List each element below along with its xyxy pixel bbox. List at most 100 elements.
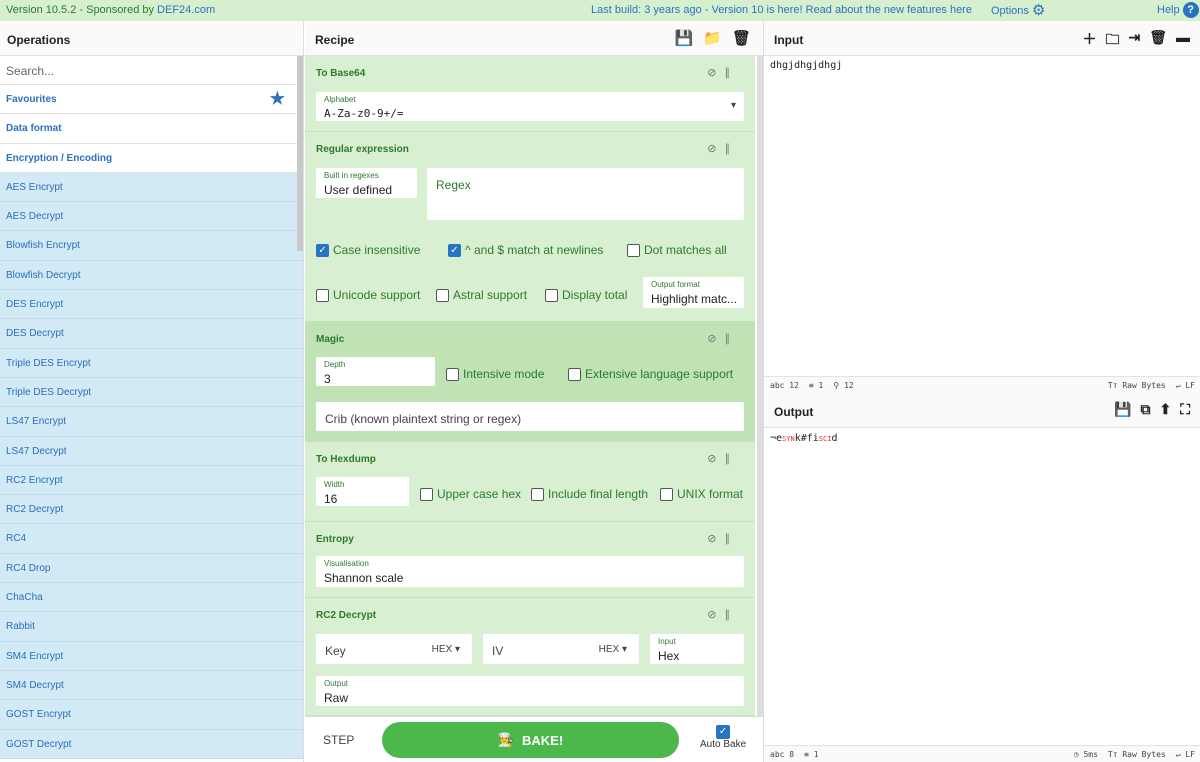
- operation-item[interactable]: Triple DES Decrypt: [0, 377, 303, 408]
- unicode-checkbox[interactable]: Unicode support: [316, 288, 420, 302]
- output-format-select[interactable]: Output Raw: [316, 676, 744, 706]
- operation-item[interactable]: Blowfish Encrypt: [0, 231, 303, 261]
- open-file-icon[interactable]: ⇥: [1128, 29, 1140, 53]
- raw-bytes-toggle[interactable]: Tт Raw Bytes: [1108, 750, 1166, 759]
- width-input[interactable]: Width 16: [316, 477, 409, 506]
- output-text: ¬eSYNk#fiSCId: [770, 433, 838, 444]
- regex-input[interactable]: Regex: [427, 168, 744, 220]
- copy-icon[interactable]: ⧉: [1140, 401, 1150, 418]
- input-textarea[interactable]: dhgjdhgjdhgj: [770, 60, 842, 71]
- operation-item[interactable]: Rabbit: [0, 612, 303, 642]
- save-icon[interactable]: 💾: [675, 29, 694, 47]
- recipe-panel: Recipe 💾 📁 🗑 To Base64 ⊘∥ Alphabet A-Za-z0…: [305, 21, 763, 762]
- operation-item[interactable]: AES Encrypt: [0, 172, 303, 203]
- field-label: Depth: [324, 360, 346, 369]
- bake-time: ◷ 5ms: [1073, 750, 1098, 759]
- disable-pause-controls[interactable]: ⊘∥: [707, 452, 738, 465]
- operation-item[interactable]: RC2 Decrypt: [0, 495, 303, 525]
- folder-icon[interactable]: 📁: [703, 29, 722, 47]
- operation-item[interactable]: RC4: [0, 524, 303, 554]
- replace-input-icon[interactable]: ⬆: [1159, 401, 1171, 418]
- star-icon[interactable]: ★: [270, 89, 285, 109]
- char-count: abc 8: [770, 750, 795, 759]
- operations-scrollbar[interactable]: [297, 56, 303, 251]
- operation-item[interactable]: GOST Encrypt: [0, 700, 303, 730]
- category-favourites[interactable]: Favourites ★: [0, 85, 303, 115]
- trash-icon[interactable]: 🗑: [732, 29, 751, 47]
- operation-item[interactable]: RC2 Encrypt: [0, 465, 303, 496]
- input-format-select[interactable]: Input Hex: [650, 634, 744, 664]
- operation-item[interactable]: DES Decrypt: [0, 319, 303, 349]
- alphabet-select[interactable]: Alphabet A-Za-z0-9+/= ▾: [316, 92, 744, 121]
- iv-input[interactable]: IV HEX ▾: [483, 634, 639, 664]
- operation-item[interactable]: SM4 Encrypt: [0, 641, 303, 671]
- search-input[interactable]: Search...: [0, 56, 303, 85]
- input-title: Input: [774, 33, 804, 47]
- op-to-base64: To Base64 ⊘∥ Alphabet A-Za-z0-9+/= ▾: [305, 56, 755, 132]
- save-icon[interactable]: 💾: [1114, 401, 1131, 418]
- multiline-checkbox[interactable]: ✓ ^ and $ match at newlines: [448, 243, 603, 257]
- operation-item[interactable]: RC4 Drop: [0, 553, 303, 584]
- operation-item[interactable]: ChaCha: [0, 583, 303, 613]
- depth-input[interactable]: Depth 3: [316, 357, 435, 386]
- field-value: 3: [324, 372, 331, 386]
- dot-all-checkbox[interactable]: Dot matches all: [627, 243, 727, 257]
- output-format-select[interactable]: Output format Highlight matc...: [643, 277, 744, 308]
- options-button[interactable]: Options ⚙: [991, 3, 1045, 18]
- operations-title: Operations: [0, 21, 303, 56]
- field-label: Built in regexes: [324, 171, 379, 180]
- maximize-icon[interactable]: ⛶: [1180, 401, 1190, 418]
- visualisation-select[interactable]: Visualisation Shannon scale: [316, 556, 744, 587]
- field-placeholder: Crib (known plaintext string or regex): [325, 412, 522, 426]
- display-total-checkbox[interactable]: Display total: [545, 288, 627, 302]
- key-format-dropdown[interactable]: HEX ▾: [432, 644, 460, 655]
- trash-icon[interactable]: 🗑: [1149, 29, 1167, 53]
- operation-item[interactable]: LS47 Decrypt: [0, 436, 303, 466]
- uppercase-hex-checkbox[interactable]: Upper case hex: [420, 487, 521, 501]
- bake-button[interactable]: 👨‍🍳 BAKE!: [382, 722, 679, 758]
- op-title: Entropy: [316, 534, 354, 545]
- auto-bake-checkbox[interactable]: ✓ Auto Bake: [700, 725, 746, 750]
- category-data-format[interactable]: Data format: [0, 114, 303, 144]
- iv-format-dropdown[interactable]: HEX ▾: [599, 644, 627, 655]
- disable-pause-controls[interactable]: ⊘∥: [707, 332, 738, 345]
- eol-toggle[interactable]: ↵ LF: [1176, 381, 1195, 390]
- open-folder-icon[interactable]: 🗀: [1105, 29, 1119, 53]
- operation-item[interactable]: DES Encrypt: [0, 290, 303, 320]
- operation-item[interactable]: LS47 Encrypt: [0, 407, 303, 437]
- help-button[interactable]: Help?: [1157, 2, 1199, 18]
- update-notice-link[interactable]: Last build: 3 years ago - Version 10 is …: [591, 4, 972, 16]
- astral-checkbox[interactable]: Astral support: [436, 288, 527, 302]
- op-title: To Base64: [316, 68, 366, 79]
- top-banner: Version 10.5.2 - Sponsored by DEF24.com …: [0, 0, 1200, 21]
- intensive-mode-checkbox[interactable]: Intensive mode: [446, 367, 544, 381]
- disable-pause-controls[interactable]: ⊘∥: [707, 608, 738, 621]
- step-button[interactable]: STEP: [323, 733, 354, 747]
- operation-item[interactable]: Triple DES Encrypt: [0, 348, 303, 378]
- op-title: To Hexdump: [316, 454, 376, 465]
- layout-icon[interactable]: ▬: [1176, 29, 1190, 53]
- operation-item[interactable]: SM4 Decrypt: [0, 670, 303, 701]
- case-insensitive-checkbox[interactable]: ✓ Case insensitive: [316, 243, 420, 257]
- field-placeholder: IV: [492, 644, 504, 658]
- eol-toggle[interactable]: ↵ LF: [1176, 750, 1195, 759]
- extensive-language-checkbox[interactable]: Extensive language support: [568, 367, 733, 381]
- crib-input[interactable]: Crib (known plaintext string or regex): [316, 402, 744, 431]
- disable-pause-controls[interactable]: ⊘∥: [707, 532, 738, 545]
- key-input[interactable]: Key HEX ▾: [316, 634, 472, 664]
- field-value: User defined: [324, 183, 393, 197]
- operations-panel: Operations Search... Favourites ★ Data fo…: [0, 21, 304, 762]
- unix-format-checkbox[interactable]: UNIX format: [660, 487, 743, 501]
- operation-item[interactable]: GOST Decrypt: [0, 729, 303, 759]
- builtin-regex-select[interactable]: Built in regexes User defined: [316, 168, 417, 198]
- sponsor-link[interactable]: DEF24.com: [157, 4, 215, 16]
- disable-pause-controls[interactable]: ⊘∥: [707, 66, 738, 79]
- add-icon[interactable]: ＋: [1082, 29, 1096, 53]
- output-status-bar: abc 8 ≡ 1 ◷ 5ms Tт Raw Bytes ↵ LF: [764, 745, 1200, 762]
- operation-item[interactable]: AES Decrypt: [0, 202, 303, 232]
- category-encryption-encoding[interactable]: Encryption / Encoding: [0, 144, 303, 173]
- disable-pause-controls[interactable]: ⊘∥: [707, 142, 738, 155]
- operation-item[interactable]: Blowfish Decrypt: [0, 260, 303, 291]
- include-final-length-checkbox[interactable]: Include final length: [531, 487, 648, 501]
- raw-bytes-toggle[interactable]: Tт Raw Bytes: [1108, 381, 1166, 390]
